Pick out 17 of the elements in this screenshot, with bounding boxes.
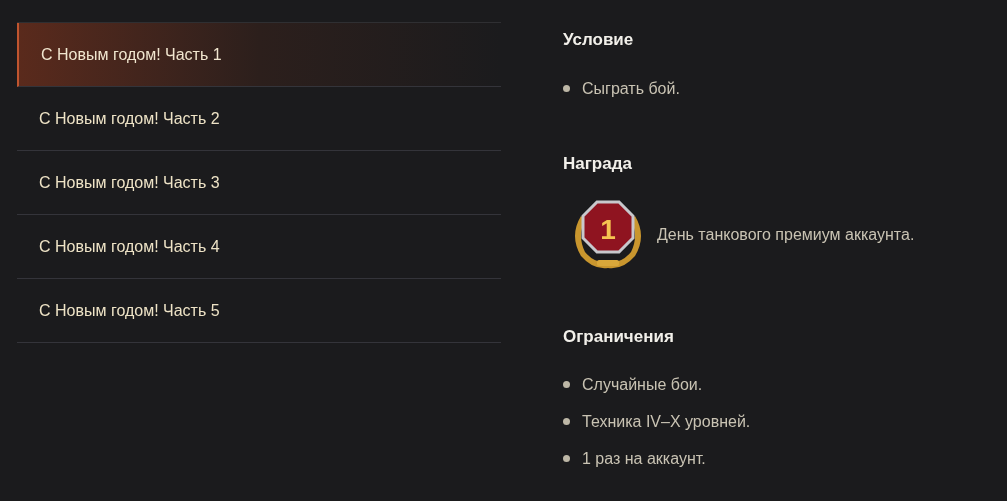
quest-tab[interactable]: С Новым годом! Часть 3 bbox=[17, 151, 501, 215]
quest-tab[interactable]: С Новым годом! Часть 2 bbox=[17, 87, 501, 151]
section-heading: Условие bbox=[563, 29, 635, 51]
quest-tab[interactable]: С Новым годом! Часть 5 bbox=[17, 279, 501, 343]
section-heading: Ограничения bbox=[563, 326, 675, 348]
section-heading: Награда bbox=[563, 152, 633, 175]
list-text: Случайные бои. bbox=[582, 374, 703, 395]
bullet-icon bbox=[563, 381, 570, 388]
bullet-icon bbox=[563, 455, 570, 462]
bullet-icon bbox=[563, 418, 570, 425]
list-text: 1 раз на аккаунт. bbox=[582, 448, 706, 469]
list-text: Сыграть бой. bbox=[582, 78, 680, 99]
quest-tab[interactable]: С Новым годом! Часть 1 bbox=[17, 23, 501, 87]
list-text: Техника IV–X уровней. bbox=[582, 411, 751, 432]
reward-text: День танкового премиум аккаунта. bbox=[657, 225, 915, 245]
quest-tab[interactable]: С Новым годом! Часть 4 bbox=[17, 215, 501, 279]
bullet-icon bbox=[563, 85, 570, 92]
